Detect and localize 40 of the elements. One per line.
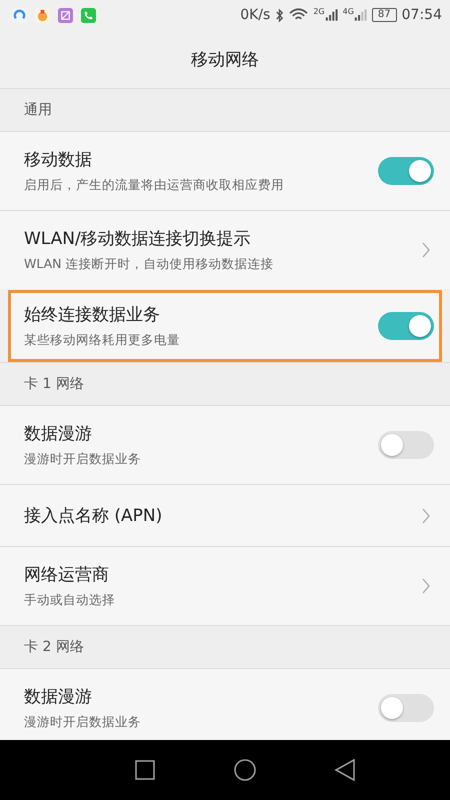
setting-title[interactable]: 接入点名称 (APN) [24, 504, 162, 527]
setting-description: 漫游时开启数据业务 [24, 451, 141, 468]
chevron-icon [422, 578, 430, 594]
signal-icon [324, 8, 338, 22]
chevron-icon [422, 242, 430, 258]
wifi-icon [289, 8, 308, 22]
signal-icon [354, 8, 367, 22]
app-icon [12, 8, 27, 22]
network-type: 2G [313, 8, 325, 16]
section-header: 卡 2 网络 [24, 638, 84, 656]
setting-title[interactable]: 移动数据 [24, 148, 284, 171]
setting-description: 某些移动网络耗用更多电量 [24, 332, 180, 349]
bluetooth-icon [275, 8, 284, 22]
setting-description: 手动或自动选择 [24, 592, 115, 609]
setting-description: WLAN 连接断开时，自动使用移动数据连接 [24, 256, 274, 273]
setting-title[interactable]: 数据漫游 [24, 685, 141, 708]
setting-title[interactable]: 网络运营商 [24, 563, 115, 586]
toggle-switch[interactable] [378, 431, 434, 459]
toggle-switch[interactable] [378, 312, 434, 340]
setting-title[interactable]: 始终连接数据业务 [24, 303, 180, 326]
chevron-icon [422, 508, 430, 524]
clock: 07:54 [402, 7, 442, 23]
setting-title[interactable]: WLAN/移动数据连接切换提示 [24, 227, 274, 250]
back-button[interactable] [334, 759, 356, 781]
app-icon [35, 8, 50, 22]
setting-description: 启用后，产生的流量将由运营商收取相应费用 [24, 177, 284, 194]
screen-title: 移动网络 [191, 48, 259, 70]
network-speed: 0K/s [240, 7, 270, 23]
recents-button[interactable] [134, 759, 156, 781]
home-button[interactable] [234, 759, 256, 781]
gallery-icon [58, 8, 73, 22]
toggle-switch[interactable] [378, 694, 434, 722]
toggle-switch[interactable] [378, 157, 434, 185]
setting-description: 漫游时开启数据业务 [24, 714, 141, 731]
section-header: 通用 [24, 101, 52, 119]
network-type: 4G [342, 8, 354, 16]
battery-level: 87 [372, 8, 397, 22]
setting-title[interactable]: 数据漫游 [24, 422, 141, 445]
section-header: 卡 1 网络 [24, 375, 84, 393]
phone-icon [81, 8, 96, 22]
